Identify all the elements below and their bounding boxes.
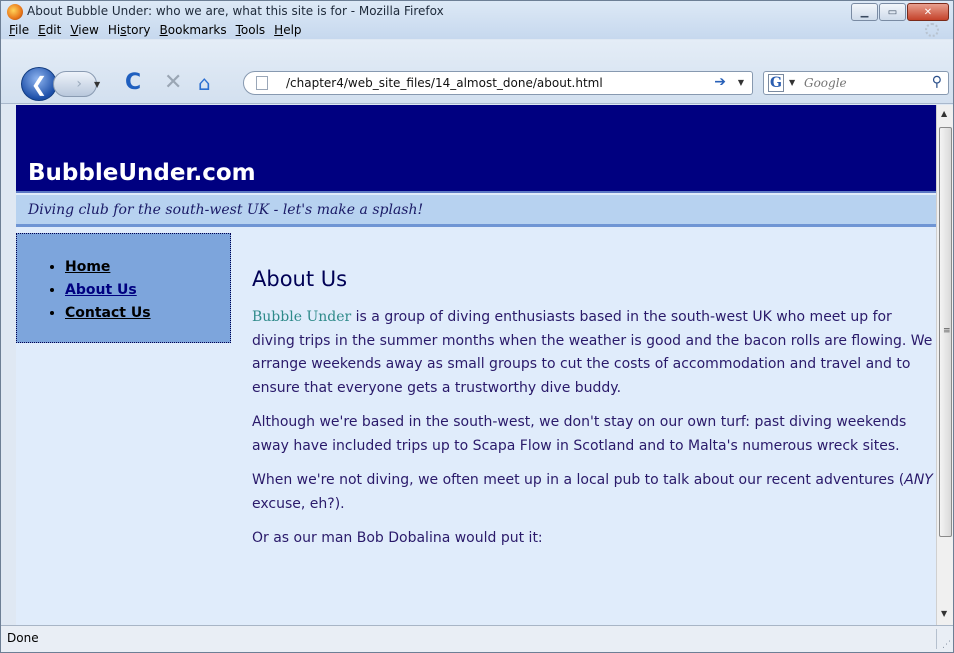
scroll-up-icon[interactable]: ▲ [941,109,947,118]
scroll-down-icon[interactable]: ▼ [941,609,947,618]
search-input[interactable] [804,75,914,91]
resize-grip-icon[interactable]: ⋰ [942,640,951,650]
status-divider [936,629,937,649]
close-button[interactable]: ✕ [907,3,949,21]
status-bar: Done ⋰ [1,625,953,652]
emphasis-any: ANY [904,472,933,488]
site-title: BubbleUnder.com [28,160,256,186]
page-viewport: BubbleUnder.com Diving club for the sout… [16,105,936,625]
address-bar[interactable]: /chapter4/web_site_files/14_almost_done/… [243,71,753,95]
page-heading: About Us [252,267,348,291]
site-navigation: Home About Us Contact Us [16,233,231,343]
url-input[interactable]: /chapter4/web_site_files/14_almost_done/… [286,76,603,90]
window-controls: ▁ ▭ ✕ [851,3,949,21]
site-header: BubbleUnder.com [16,105,936,193]
browser-window: About Bubble Under: who we are, what thi… [0,0,954,653]
back-button[interactable]: ❮ [21,67,57,101]
turf-paragraph: Although we're based in the south-west, … [252,414,907,454]
vertical-scrollbar[interactable]: ▲ ≡ ▼ [936,105,953,625]
menu-history[interactable]: History [104,22,156,40]
menu-edit[interactable]: Edit [34,22,66,40]
nav-list: Home About Us Contact Us [65,256,151,325]
firefox-logo-icon [7,4,23,20]
search-engine-dropdown-icon[interactable]: ▼ [789,78,795,87]
tagline-band: Diving club for the south-west UK - let'… [16,195,936,227]
quote-intro-paragraph: Or as our man Bob Dobalina would put it: [252,530,543,546]
home-button[interactable]: ⌂ [198,71,211,95]
menu-help[interactable]: Help [270,22,306,40]
intro-paragraph: Bubble Under is a group of diving enthus… [252,306,936,400]
nav-item-home: Home [65,256,151,279]
navigation-toolbar: ❮ › ▼ C ✕ ⌂ /chapter4/web_site_files/14_… [1,40,953,104]
minimize-button[interactable]: ▁ [851,3,878,21]
forward-button[interactable]: › [53,71,97,97]
pub-paragraph: When we're not diving, we often meet up … [252,469,936,516]
reload-button[interactable]: C [125,70,141,95]
url-dropdown-icon[interactable]: ▼ [738,78,744,87]
menu-bookmarks[interactable]: Bookmarks [156,22,232,40]
search-icon[interactable]: ⚲ [932,74,942,90]
pub-text-start: When we're not diving, we often meet up … [252,472,905,488]
menu-view[interactable]: View [66,22,103,40]
nav-item-contact: Contact Us [65,302,151,325]
brand-name: Bubble Under [252,309,352,325]
nav-link-home[interactable]: Home [65,259,110,275]
nav-item-about: About Us [65,279,151,302]
maximize-button[interactable]: ▭ [879,3,906,21]
stop-button[interactable]: ✕ [164,70,182,95]
scroll-thumb[interactable]: ≡ [939,127,952,537]
menu-bar: File Edit View History Bookmarks Tools H… [5,22,307,40]
status-text: Done [7,631,39,645]
go-arrow-icon[interactable]: ➔ [714,74,726,90]
nav-link-contact[interactable]: Contact Us [65,305,151,321]
intro-text: is a group of diving enthusiasts based i… [252,309,933,396]
nav-link-about[interactable]: About Us [65,282,137,298]
menu-tools[interactable]: Tools [232,22,271,40]
pub-text-end: excuse, eh?). [252,495,345,512]
search-engine-icon[interactable]: G [768,74,784,92]
throbber-icon [925,23,939,37]
history-dropdown-icon[interactable]: ▼ [94,80,100,89]
tagline: Diving club for the south-west UK - let'… [28,202,424,218]
window-title: About Bubble Under: who we are, what thi… [27,4,444,18]
thumb-grip-icon: ≡ [943,326,951,336]
page-favicon-icon [256,76,268,90]
menu-file[interactable]: File [5,22,34,40]
search-bar: G ▼ ⚲ [763,71,949,95]
main-content: About Us Bubble Under is a group of divi… [252,267,936,562]
